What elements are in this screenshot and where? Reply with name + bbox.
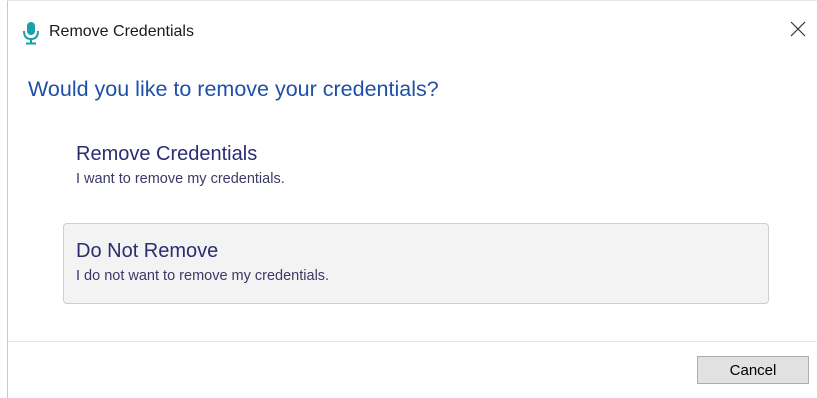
window-title: Remove Credentials	[49, 23, 194, 40]
do-not-remove-option[interactable]: Do Not Remove I do not want to remove my…	[63, 223, 769, 304]
dialog-question: Would you like to remove your credential…	[28, 77, 439, 101]
microphone-icon	[21, 21, 41, 45]
option-subtitle: I do not want to remove my credentials.	[76, 268, 330, 284]
cancel-button[interactable]: Cancel	[697, 356, 809, 384]
option-title: Do Not Remove	[76, 240, 219, 262]
option-title: Remove Credentials	[76, 143, 258, 165]
title-bar: Remove Credentials	[8, 1, 817, 61]
close-icon	[790, 21, 806, 42]
close-button[interactable]	[784, 17, 812, 45]
remove-credentials-option[interactable]: Remove Credentials I want to remove my c…	[63, 126, 769, 204]
footer-divider	[8, 341, 817, 342]
remove-credentials-dialog: Remove Credentials Would you like to rem…	[0, 0, 817, 398]
option-subtitle: I want to remove my credentials.	[76, 171, 285, 187]
